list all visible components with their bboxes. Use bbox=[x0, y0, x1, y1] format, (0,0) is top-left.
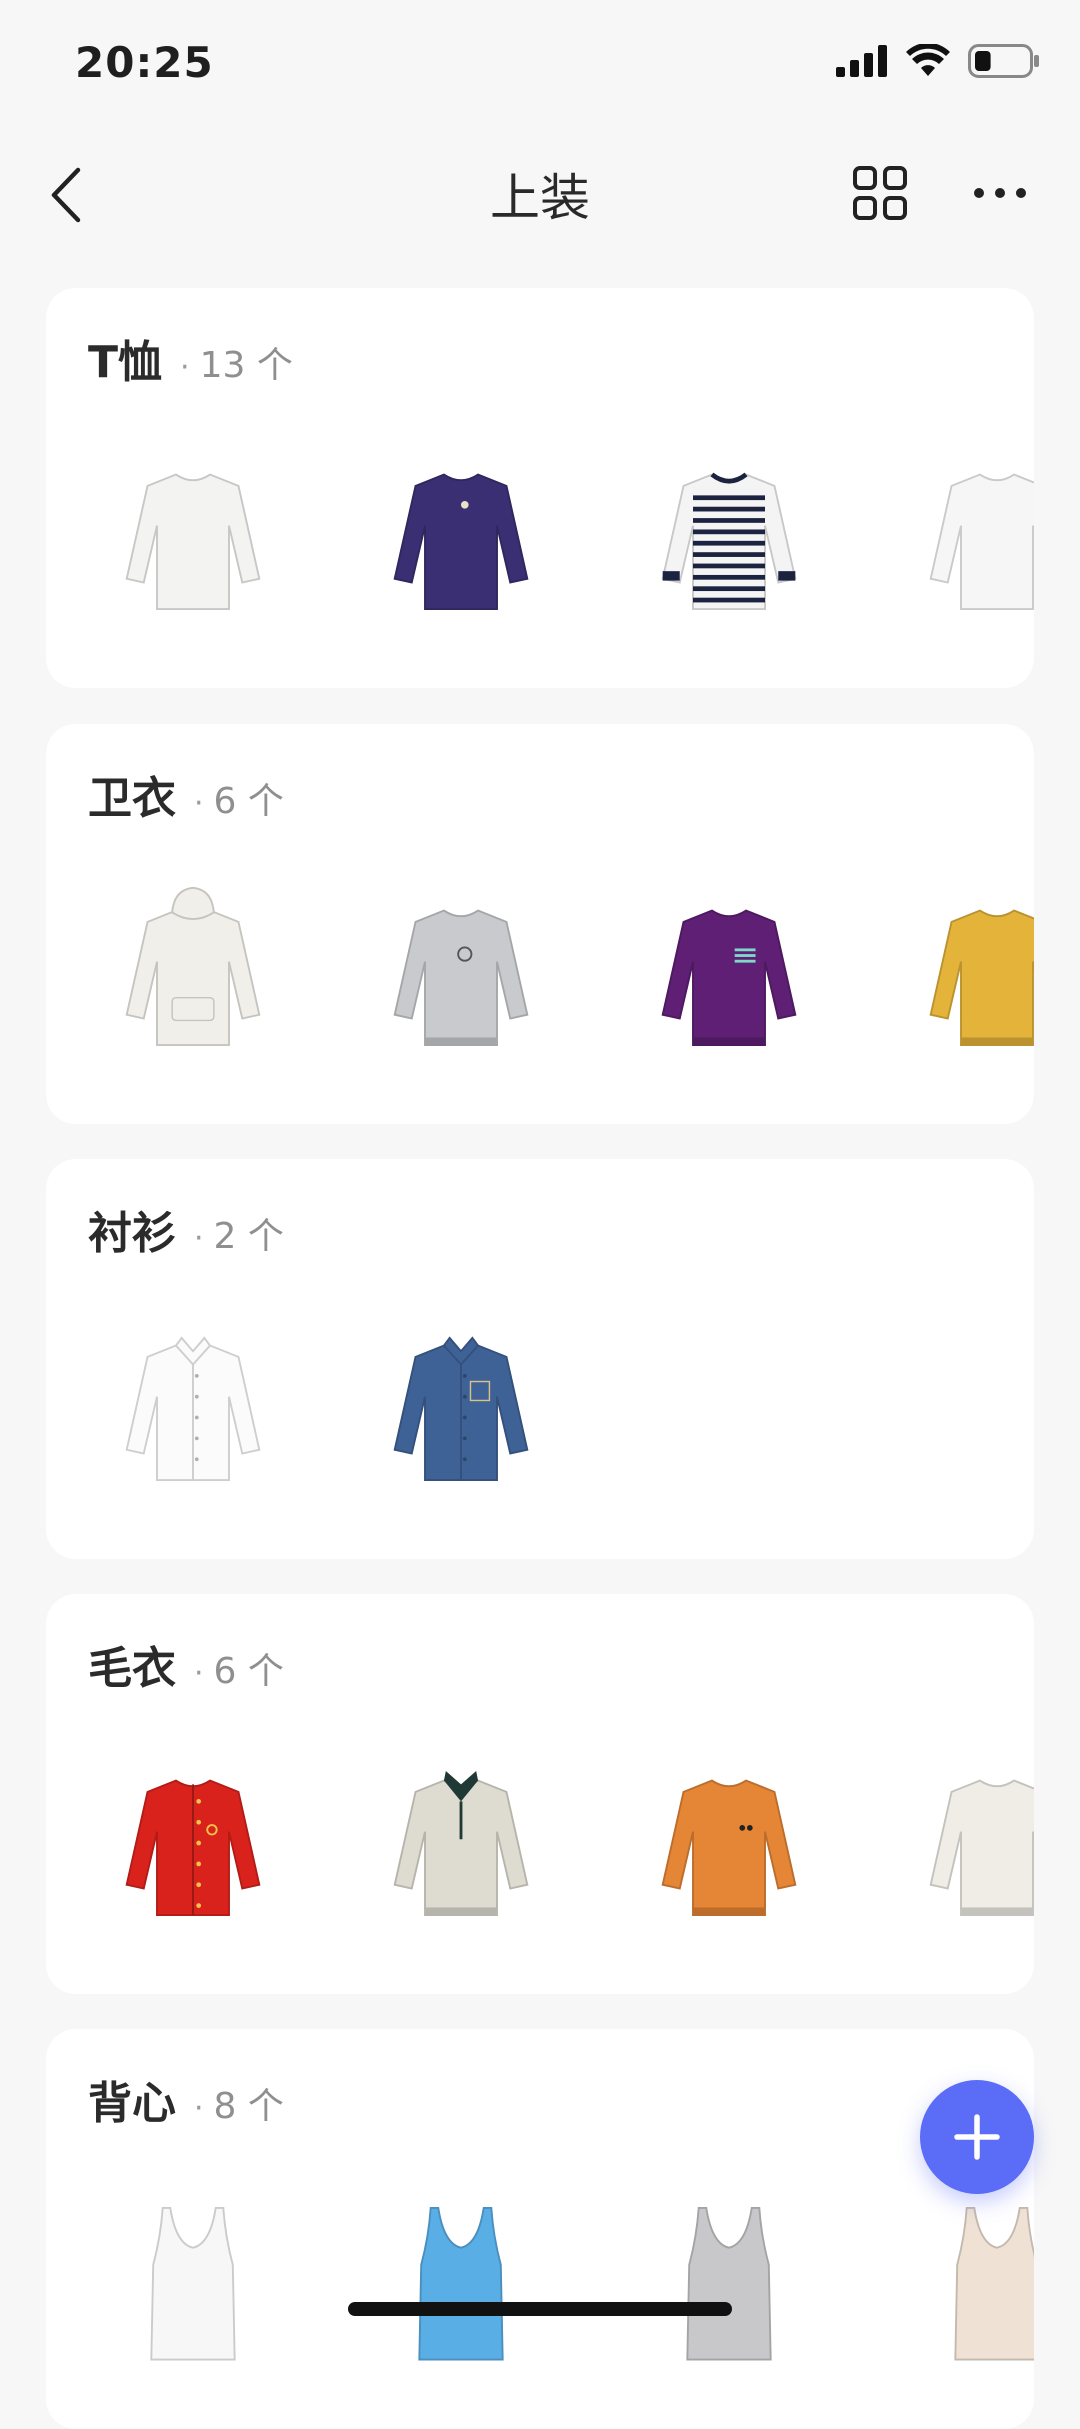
separator-dot: · bbox=[194, 1656, 204, 1691]
category-title: 背心 bbox=[88, 2078, 176, 2129]
white-long-sleeve-tee-icon bbox=[125, 473, 261, 610]
denim-shirt-thumbnail[interactable] bbox=[356, 1309, 566, 1509]
navy-long-sleeve-tee-icon bbox=[393, 473, 529, 610]
item-row bbox=[88, 438, 1034, 638]
category-count: 2 个 bbox=[213, 1216, 284, 1257]
card-header: T恤 · 13 个 bbox=[88, 326, 293, 390]
status-bar: 20:25 bbox=[0, 0, 1080, 130]
cellular-signal-icon bbox=[836, 45, 887, 77]
grey-sweatshirt-thumbnail[interactable] bbox=[356, 874, 566, 1074]
grey-sweatshirt-icon bbox=[393, 909, 529, 1046]
striped-long-sleeve-tee-icon bbox=[661, 472, 797, 610]
status-time: 20:25 bbox=[75, 38, 214, 87]
white-hoodie-thumbnail[interactable] bbox=[88, 874, 298, 1074]
white-tank-top-thumbnail[interactable] bbox=[88, 2179, 298, 2379]
blue-tank-top-icon bbox=[418, 2207, 504, 2361]
category-count: 6 个 bbox=[213, 781, 284, 822]
category-card-sweater[interactable]: 毛衣 · 6 个 bbox=[46, 1594, 1034, 1994]
card-header: 背心 · 8 个 bbox=[88, 2067, 284, 2131]
card-header: 毛衣 · 6 个 bbox=[88, 1632, 284, 1696]
separator-dot: · bbox=[194, 1221, 204, 1256]
white-hoodie-icon bbox=[125, 886, 261, 1046]
category-title: T恤 bbox=[88, 337, 163, 388]
battery-icon bbox=[968, 44, 1039, 78]
separator-dot: · bbox=[194, 2091, 204, 2126]
grey-tank-top-thumbnail[interactable] bbox=[624, 2179, 834, 2379]
category-title: 衬衫 bbox=[88, 1208, 176, 1259]
beige-camisole-thumbnail[interactable] bbox=[892, 2179, 1034, 2379]
purple-sweatshirt-thumbnail[interactable] bbox=[624, 874, 834, 1074]
category-title: 卫衣 bbox=[88, 773, 176, 824]
status-icons bbox=[836, 44, 1040, 78]
beige-camisole-icon bbox=[954, 2207, 1034, 2361]
category-card-tshirt[interactable]: T恤 · 13 个 bbox=[46, 288, 1034, 688]
separator-dot: · bbox=[180, 350, 190, 385]
home-indicator[interactable] bbox=[348, 2302, 732, 2316]
more-dots-icon bbox=[974, 188, 1026, 198]
plus-icon bbox=[954, 2114, 1000, 2160]
denim-shirt-icon bbox=[393, 1336, 529, 1481]
white-long-sleeve-tee-icon bbox=[929, 473, 1034, 610]
item-row bbox=[88, 874, 1034, 1074]
category-card-shirt[interactable]: 衬衫 · 2 个 bbox=[46, 1159, 1034, 1559]
card-header: 衬衫 · 2 个 bbox=[88, 1197, 284, 1261]
red-cardigan-icon bbox=[125, 1779, 261, 1916]
orange-sweater-icon bbox=[661, 1779, 797, 1916]
yellow-sweatshirt-thumbnail[interactable] bbox=[892, 874, 1034, 1074]
beige-polo-sweater-thumbnail[interactable] bbox=[356, 1744, 566, 1944]
white-shirt-icon bbox=[125, 1336, 261, 1481]
item-row bbox=[88, 2179, 1034, 2379]
blue-tank-top-thumbnail[interactable] bbox=[356, 2179, 566, 2379]
category-count: 6 个 bbox=[213, 1651, 284, 1692]
red-cardigan-thumbnail[interactable] bbox=[88, 1744, 298, 1944]
white-long-sleeve-tee-thumbnail[interactable] bbox=[88, 438, 298, 638]
card-header: 卫衣 · 6 个 bbox=[88, 762, 284, 826]
add-item-button[interactable] bbox=[920, 2080, 1034, 2194]
grid-icon bbox=[853, 166, 907, 220]
category-card-hoodie[interactable]: 卫衣 · 6 个 bbox=[46, 724, 1034, 1124]
category-title: 毛衣 bbox=[88, 1643, 176, 1694]
purple-sweatshirt-icon bbox=[661, 909, 797, 1046]
white-shirt-thumbnail[interactable] bbox=[88, 1309, 298, 1509]
cream-sweater-icon bbox=[929, 1779, 1034, 1916]
more-options-button[interactable] bbox=[965, 158, 1035, 228]
beige-polo-sweater-icon bbox=[393, 1771, 529, 1916]
category-count: 13 个 bbox=[199, 345, 293, 386]
grey-tank-top-icon bbox=[686, 2207, 772, 2361]
nav-bar: 上装 bbox=[0, 140, 1080, 260]
category-card-vest[interactable]: 背心 · 8 个 bbox=[46, 2029, 1034, 2429]
cream-sweater-thumbnail[interactable] bbox=[892, 1744, 1034, 1944]
item-row bbox=[88, 1309, 1034, 1509]
white-tank-top-icon bbox=[150, 2207, 236, 2361]
orange-sweater-thumbnail[interactable] bbox=[624, 1744, 834, 1944]
navy-long-sleeve-tee-thumbnail[interactable] bbox=[356, 438, 566, 638]
white-long-sleeve-tee-thumbnail[interactable] bbox=[892, 438, 1034, 638]
separator-dot: · bbox=[194, 786, 204, 821]
grid-view-button[interactable] bbox=[845, 158, 915, 228]
item-row bbox=[88, 1744, 1034, 1944]
striped-long-sleeve-tee-thumbnail[interactable] bbox=[624, 438, 834, 638]
yellow-sweatshirt-icon bbox=[929, 909, 1034, 1046]
page-title: 上装 bbox=[490, 169, 590, 227]
wifi-icon bbox=[906, 44, 950, 76]
category-count: 8 个 bbox=[213, 2086, 284, 2127]
